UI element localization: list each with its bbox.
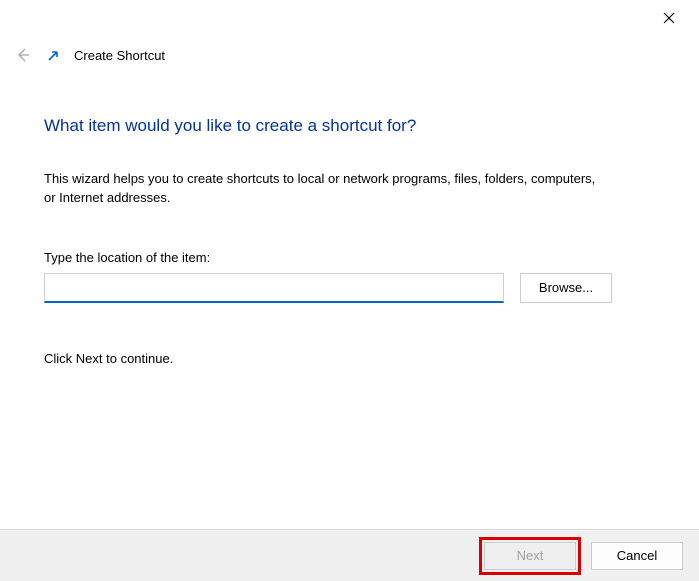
browse-button[interactable]: Browse... [520, 273, 612, 303]
location-input[interactable] [44, 273, 504, 303]
back-button[interactable] [12, 45, 32, 65]
wizard-header: Create Shortcut [0, 36, 699, 70]
location-input-row: Browse... [44, 273, 655, 303]
continue-instruction: Click Next to continue. [44, 351, 655, 366]
wizard-content: What item would you like to create a sho… [0, 70, 699, 366]
close-button[interactable] [651, 0, 687, 36]
titlebar [0, 0, 699, 36]
location-input-label: Type the location of the item: [44, 250, 655, 265]
wizard-description: This wizard helps you to create shortcut… [44, 170, 604, 208]
cancel-button[interactable]: Cancel [591, 542, 683, 570]
shortcut-icon [46, 49, 60, 63]
window-title: Create Shortcut [74, 48, 165, 63]
next-button[interactable]: Next [484, 542, 576, 570]
wizard-footer: Next Cancel [0, 529, 699, 581]
page-heading: What item would you like to create a sho… [44, 116, 655, 136]
back-arrow-icon [13, 46, 31, 64]
close-icon [663, 12, 675, 24]
next-button-highlight: Next [479, 537, 581, 575]
